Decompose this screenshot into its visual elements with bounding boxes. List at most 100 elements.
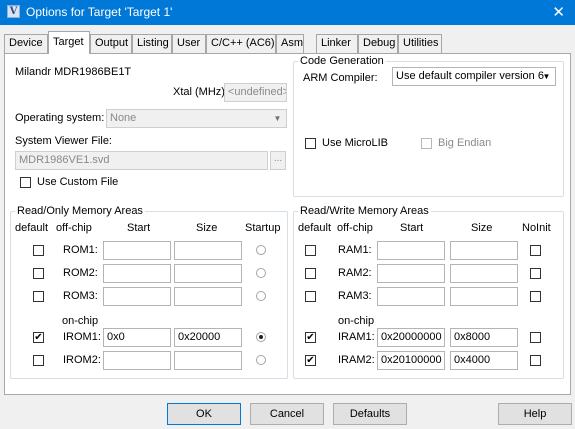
rom-size-field[interactable]: 0x20000 <box>174 328 242 347</box>
title-bar: V Options for Target 'Target 1' ✕ <box>0 0 575 25</box>
rom-startup-radio[interactable] <box>256 268 266 278</box>
ram-onchip-label: on-chip <box>338 315 375 327</box>
ram-default-checkbox[interactable] <box>305 291 316 302</box>
code-generation-title: Code Generation <box>298 55 386 67</box>
chevron-down-icon: ▼ <box>273 114 282 123</box>
use-microlib-checkbox[interactable] <box>305 138 316 149</box>
rom-startup-radio[interactable] <box>256 355 266 365</box>
tab-output[interactable]: Output <box>90 34 132 53</box>
device-name: Milandr MDR1986BE1T <box>15 66 132 78</box>
ram-header-default: default <box>298 222 332 234</box>
compiler-select[interactable]: Use default compiler version 6 ▼ <box>392 67 556 86</box>
ram-noinit-checkbox[interactable] <box>530 268 541 279</box>
ram-default-checkbox[interactable] <box>305 245 316 256</box>
tab-listing[interactable]: Listing <box>132 34 172 53</box>
ram-start-field[interactable]: 0x20000000 <box>377 328 445 347</box>
ram-size-field[interactable]: 0x8000 <box>450 328 518 347</box>
ram-size-field[interactable]: 0x4000 <box>450 351 518 370</box>
rom-default-checkbox[interactable] <box>33 245 44 256</box>
ram-size-field[interactable] <box>450 287 518 306</box>
ram-header-offchip: off-chip <box>337 222 373 234</box>
compiler-select-value: Use default compiler version 6 <box>396 70 544 82</box>
rom-header-startup: Startup <box>245 222 281 234</box>
rom-start-field[interactable] <box>103 351 171 370</box>
ram-row-name: IRAM1: <box>338 331 375 343</box>
tab-debug[interactable]: Debug <box>358 34 398 53</box>
use-microlib-label: Use MicroLIB <box>322 137 389 149</box>
rom-row-name: IROM1: <box>63 331 101 343</box>
tab-linker[interactable]: Linker <box>316 34 358 53</box>
ram-row-name: IRAM2: <box>338 354 375 366</box>
rom-header-start: Start <box>127 222 151 234</box>
ram-default-checkbox[interactable]: ✔ <box>305 355 316 366</box>
ram-start-field[interactable] <box>377 264 445 283</box>
rom-start-field[interactable] <box>103 287 171 306</box>
ram-size-field[interactable] <box>450 241 518 260</box>
xtal-label: Xtal (MHz): <box>173 86 228 98</box>
rom-row-name: ROM1: <box>63 244 98 256</box>
svd-label: System Viewer File: <box>15 135 112 147</box>
help-button[interactable]: Help <box>498 403 572 425</box>
ram-noinit-checkbox[interactable] <box>530 332 541 343</box>
tab-utilities[interactable]: Utilities <box>398 34 442 53</box>
ram-default-checkbox[interactable] <box>305 268 316 279</box>
ram-start-field[interactable] <box>377 241 445 260</box>
tab-user[interactable]: User <box>172 34 206 53</box>
ram-start-field[interactable] <box>377 287 445 306</box>
rom-startup-radio[interactable] <box>256 291 266 301</box>
rom-header-offchip: off-chip <box>56 222 92 234</box>
defaults-button[interactable]: Defaults <box>333 403 407 425</box>
ram-size-field[interactable] <box>450 264 518 283</box>
big-endian-checkbox[interactable] <box>421 138 432 149</box>
window-title: Options for Target 'Target 1' <box>26 5 173 19</box>
os-label: Operating system: <box>15 112 105 124</box>
os-select[interactable]: None ▼ <box>106 109 287 128</box>
ram-row-name: RAM2: <box>338 267 372 279</box>
rom-start-field[interactable]: 0x0 <box>103 328 171 347</box>
rom-size-field[interactable] <box>174 351 242 370</box>
rom-size-field[interactable] <box>174 241 242 260</box>
xtal-field[interactable]: <undefined> <box>224 83 287 102</box>
ram-header-size: Size <box>471 222 493 234</box>
rom-start-field[interactable] <box>103 241 171 260</box>
ram-start-field[interactable]: 0x20100000 <box>377 351 445 370</box>
rom-default-checkbox[interactable] <box>33 268 44 279</box>
rom-size-field[interactable] <box>174 264 242 283</box>
rom-row-name: IROM2: <box>63 354 101 366</box>
ram-row-name: RAM1: <box>338 244 372 256</box>
rom-start-field[interactable] <box>103 264 171 283</box>
ok-button[interactable]: OK <box>167 403 241 425</box>
ram-row-name: RAM3: <box>338 290 372 302</box>
tab-device[interactable]: Device <box>4 34 48 53</box>
tab-cpp[interactable]: C/C++ (AC6) <box>206 34 276 53</box>
rom-header-default: default <box>15 222 49 234</box>
cancel-button[interactable]: Cancel <box>250 403 324 425</box>
chevron-down-icon: ▼ <box>542 72 551 81</box>
close-icon[interactable]: ✕ <box>552 3 565 21</box>
compiler-label: ARM Compiler: <box>303 72 378 84</box>
rom-row-name: ROM3: <box>63 290 98 302</box>
rom-size-field[interactable] <box>174 287 242 306</box>
ram-areas-title: Read/Write Memory Areas <box>298 205 431 217</box>
tab-target[interactable]: Target <box>48 31 90 54</box>
tab-asm[interactable]: Asm <box>276 34 304 53</box>
svd-browse-button[interactable]: ... <box>270 151 286 170</box>
ram-default-checkbox[interactable]: ✔ <box>305 332 316 343</box>
rom-row-name: ROM2: <box>63 267 98 279</box>
rom-areas-title: Read/Only Memory Areas <box>15 205 145 217</box>
rom-default-checkbox[interactable] <box>33 291 44 302</box>
rom-header-size: Size <box>196 222 218 234</box>
ram-header-noinit: NoInit <box>522 222 551 234</box>
ram-noinit-checkbox[interactable] <box>530 245 541 256</box>
use-custom-file-label: Use Custom File <box>37 176 119 188</box>
use-custom-file-checkbox[interactable] <box>20 177 31 188</box>
keil-app-icon: V <box>7 5 20 18</box>
rom-startup-radio[interactable] <box>256 332 266 342</box>
svd-field[interactable]: MDR1986VE1.svd <box>15 151 268 170</box>
ram-noinit-checkbox[interactable] <box>530 291 541 302</box>
ram-noinit-checkbox[interactable] <box>530 355 541 366</box>
rom-default-checkbox[interactable]: ✔ <box>33 332 44 343</box>
rom-startup-radio[interactable] <box>256 245 266 255</box>
rom-default-checkbox[interactable] <box>33 355 44 366</box>
rom-onchip-label: on-chip <box>62 315 99 327</box>
